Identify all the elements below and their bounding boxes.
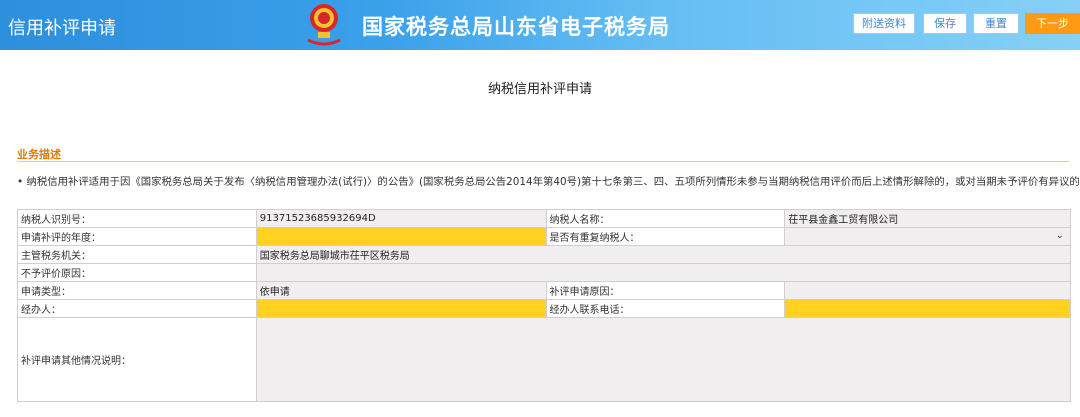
form-row: 申请补评的年度： 是否有重复纳税人： ⌄ — [18, 228, 1072, 246]
form-row: 申请类型： 依申请 补评申请原因： — [18, 282, 1072, 300]
handler-label: 经办人： — [18, 300, 257, 317]
taxpayer-name-label: 纳税人名称： — [546, 210, 786, 227]
phone-input[interactable] — [785, 300, 1072, 317]
section-divider — [17, 161, 1069, 162]
form-row: 经办人： 经办人联系电话： — [18, 300, 1072, 318]
section-title: 业务描述 — [17, 148, 61, 161]
form-row: 不予评价原因： — [18, 264, 1071, 282]
phone-label: 经办人联系电话： — [546, 300, 786, 317]
bureau-title: 国家税务总局山东省电子税务局 — [362, 15, 670, 39]
chevron-down-icon: ⌄ — [1055, 230, 1065, 241]
app-title: 信用补评申请 — [8, 18, 116, 39]
tax-office-value: 国家税务总局聊城市茌平区税务局 — [256, 246, 1071, 263]
header-bar: 信用补评申请 国家税务总局山东省电子税务局 附送资料 保存 重置 下一步 — [0, 0, 1080, 50]
not-rated-label: 不予评价原因： — [18, 264, 257, 281]
tax-emblem-icon — [307, 4, 341, 46]
taxpayer-id-label: 纳税人识别号： — [18, 210, 257, 227]
reregistered-label: 是否有重复纳税人： — [546, 228, 786, 245]
app-type-value: 依申请 — [256, 282, 547, 299]
form-row: 补评申请其他情况说明： — [18, 318, 1071, 402]
other-textarea[interactable] — [256, 318, 1071, 401]
save-button[interactable]: 保存 — [923, 13, 967, 34]
year-input[interactable] — [256, 228, 547, 245]
section-description: • 纳税信用补评适用于因《国家税务总局关于发布〈纳税信用管理办法(试行)〉的公告… — [17, 176, 1080, 188]
form-row: 纳税人识别号： 91371523685932694D 纳税人名称： 茌平县金鑫工… — [18, 210, 1072, 228]
reregistered-select[interactable]: ⌄ — [785, 228, 1072, 245]
other-label: 补评申请其他情况说明： — [18, 318, 257, 401]
not-rated-value — [256, 264, 1071, 281]
taxpayer-name-value: 茌平县金鑫工贸有限公司 — [785, 210, 1072, 227]
app-type-label: 申请类型： — [18, 282, 257, 299]
form-row: 主管税务机关： 国家税务总局聊城市茌平区税务局 — [18, 246, 1071, 264]
reason-label: 补评申请原因： — [546, 282, 786, 299]
year-label: 申请补评的年度： — [18, 228, 257, 245]
reset-button[interactable]: 重置 — [973, 13, 1019, 34]
credit-form: 纳税人识别号： 91371523685932694D 纳税人名称： 茌平县金鑫工… — [17, 209, 1072, 402]
handler-input[interactable] — [256, 300, 547, 317]
page-title: 纳税信用补评申请 — [487, 82, 592, 97]
next-button[interactable]: 下一步 — [1025, 13, 1080, 34]
taxpayer-id-value: 91371523685932694D — [256, 210, 547, 227]
reason-value[interactable] — [785, 282, 1072, 299]
tax-office-label: 主管税务机关： — [18, 246, 257, 263]
attach-button[interactable]: 附送资料 — [853, 13, 915, 34]
